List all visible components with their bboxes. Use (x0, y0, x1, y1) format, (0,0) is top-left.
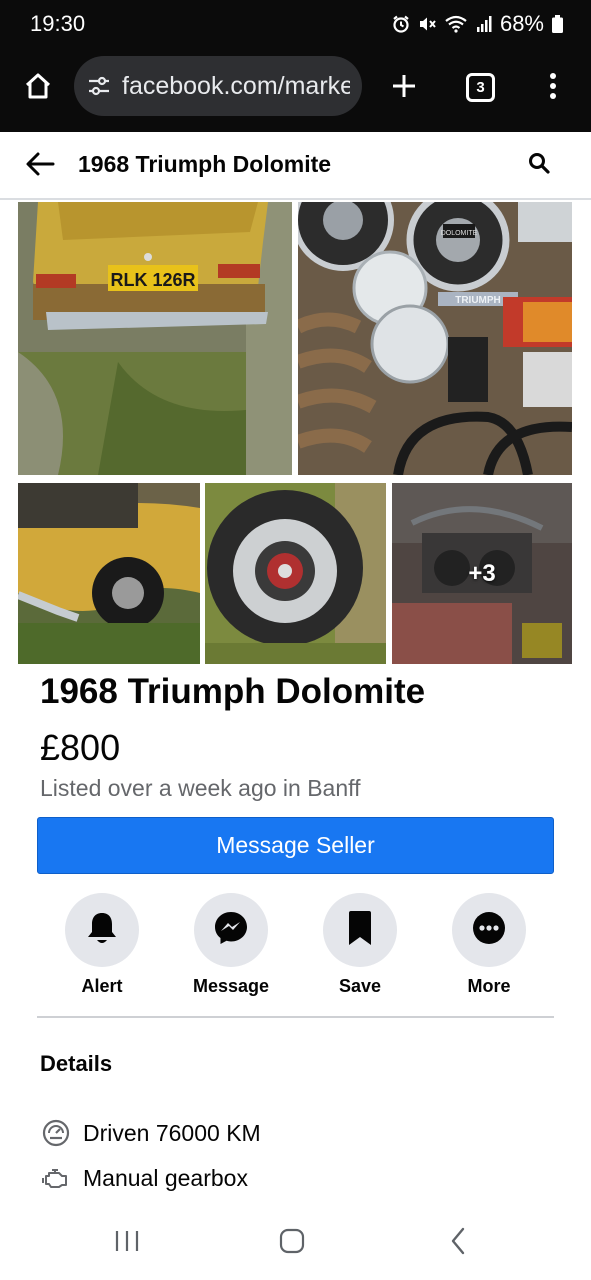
back-nav-icon (449, 1227, 467, 1260)
details-heading: Details (40, 1051, 113, 1076)
new-tab-icon (390, 72, 418, 105)
detail-item-gearbox: Manual gearbox (40, 1161, 248, 1195)
app-header: 1968 Triumph Dolomite (0, 132, 591, 200)
engine-icon (40, 1162, 72, 1194)
listing-price: £800 (40, 727, 121, 768)
header-title: 1968 Triumph Dolomite (78, 151, 332, 177)
back-nav-button[interactable] (438, 1225, 478, 1261)
section-divider (37, 1016, 554, 1018)
detail-gearbox-text: Manual gearbox (83, 1164, 248, 1191)
more-circle[interactable] (452, 893, 526, 967)
save-circle[interactable] (323, 893, 397, 967)
battery-icon (552, 15, 563, 33)
search-icon (528, 152, 550, 179)
save-button[interactable]: Save (305, 893, 415, 1003)
tab-switcher-button[interactable]: 3 (466, 73, 495, 102)
message-button[interactable]: Message (176, 893, 286, 1003)
detail-mileage-text: Driven 76000 KM (83, 1119, 261, 1146)
detail-item-mileage: Driven 76000 KM (40, 1116, 261, 1150)
car-rear-photo[interactable]: RLK 126R (18, 202, 292, 475)
car-side-photo[interactable] (18, 483, 200, 664)
odometer-icon (40, 1117, 72, 1149)
url-text[interactable]: facebook.com/marke (122, 72, 350, 101)
message-label: Message (192, 976, 270, 996)
home-nav-icon (279, 1228, 305, 1259)
action-row: Alert Message Save More (0, 893, 591, 1003)
parts-photo[interactable]: DOLOMITE TRIUMPH (298, 202, 572, 475)
more-label: More (467, 976, 511, 996)
back-button[interactable] (20, 146, 60, 186)
new-tab-button[interactable] (384, 68, 424, 108)
more-icon (472, 911, 506, 950)
home-button[interactable] (18, 68, 58, 108)
message-circle[interactable] (194, 893, 268, 967)
plate-text: RLK 126R (110, 270, 195, 290)
more-photos-count[interactable]: +3 (392, 483, 572, 664)
mute-icon (418, 15, 436, 33)
alert-label: Alert (81, 976, 123, 996)
kebab-menu-icon (549, 72, 557, 105)
alarm-icon (392, 15, 410, 33)
bookmark-icon (347, 910, 373, 951)
signal-icon (476, 15, 492, 33)
message-seller-button[interactable]: Message Seller (37, 817, 554, 874)
more-button[interactable]: More (434, 893, 544, 1003)
back-arrow-icon (25, 151, 55, 182)
search-button[interactable] (522, 148, 556, 182)
system-nav-bar (0, 1205, 591, 1280)
status-time: 19:30 (30, 11, 86, 36)
status-bar: 19:30 68% (0, 0, 591, 48)
save-label: Save (338, 976, 382, 996)
recents-icon (114, 1229, 140, 1258)
wifi-icon (444, 15, 468, 33)
status-icons: 68% (392, 11, 563, 37)
engine-photo[interactable]: +3 (392, 483, 572, 664)
wheel-photo[interactable] (205, 483, 386, 664)
hubcap-badge-text: DOLOMITE (441, 230, 478, 237)
alert-button[interactable]: Alert (47, 893, 157, 1003)
recents-button[interactable] (107, 1225, 147, 1261)
site-settings-icon[interactable] (86, 73, 112, 99)
bell-icon (85, 910, 119, 951)
address-bar[interactable]: facebook.com/marke (74, 56, 362, 116)
triumph-badge-text: TRIUMPH (455, 295, 501, 306)
battery-text: 68% (499, 11, 544, 36)
listing-title: 1968 Triumph Dolomite (40, 672, 426, 711)
home-nav-button[interactable] (272, 1225, 312, 1261)
listing-meta: Listed over a week ago in Banff (40, 775, 361, 801)
messenger-icon (213, 910, 249, 951)
kebab-menu-button[interactable] (540, 68, 566, 108)
home-icon (23, 71, 53, 106)
browser-toolbar: facebook.com/marke 3 (0, 48, 591, 132)
alert-circle[interactable] (65, 893, 139, 967)
